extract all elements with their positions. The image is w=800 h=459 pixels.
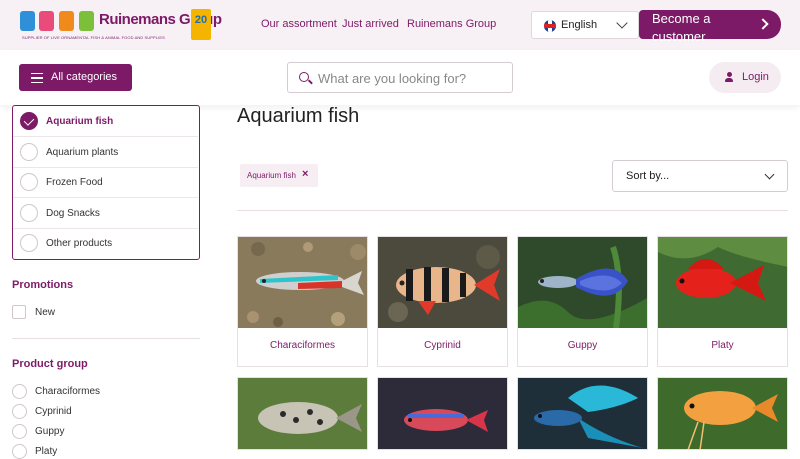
checked-radio-icon — [20, 112, 38, 130]
active-filter-label: Aquarium fish — [247, 171, 296, 180]
product-group-radio[interactable] — [12, 384, 27, 399]
category-frozen-food[interactable]: Frozen Food — [13, 167, 198, 198]
product-name: Characiformes — [269, 340, 336, 351]
chevron-right-icon — [757, 18, 769, 30]
sort-select[interactable]: Sort by... — [612, 160, 788, 192]
category-label: Aquarium fish — [46, 116, 114, 127]
logo-tile-4 — [79, 11, 94, 31]
radio-icon — [20, 234, 38, 252]
radio-icon — [20, 143, 38, 161]
category-label: Frozen Food — [46, 177, 103, 188]
product-group-characiformes[interactable]: Characiformes — [35, 386, 100, 397]
product-name: Platy — [711, 340, 734, 351]
product-card[interactable] — [517, 377, 648, 450]
radio-icon — [20, 173, 38, 191]
product-card[interactable] — [237, 377, 368, 450]
active-filter-chip[interactable]: Aquarium fish × — [240, 164, 318, 187]
product-card[interactable] — [657, 377, 788, 450]
ruinemans-logo[interactable]: Ruinemans Group SUPPLIER OF LIVE ORNAMEN… — [20, 9, 222, 43]
uk-flag-icon — [544, 20, 556, 32]
promotion-new-checkbox[interactable] — [12, 305, 26, 319]
logo-tile-2 — [39, 11, 54, 31]
brand-tagline: SUPPLIER OF LIVE ORNAMENTAL FISH & ANIMA… — [22, 35, 165, 40]
product-group-radio[interactable] — [12, 444, 27, 459]
become-customer-label: Become a customer — [652, 11, 711, 44]
category-other-products[interactable]: Other products — [13, 228, 198, 259]
all-categories-button[interactable]: All categories — [19, 64, 132, 91]
login-label: Login — [742, 71, 769, 83]
logo-tile-1 — [20, 11, 35, 31]
product-group-guppy[interactable]: Guppy — [35, 426, 64, 437]
hamburger-icon — [31, 73, 43, 83]
page-title: Aquarium fish — [237, 105, 360, 127]
nav-ruinemans-group[interactable]: Ruinemans Group — [407, 18, 496, 30]
top-bar: Ruinemans Group SUPPLIER OF LIVE ORNAMEN… — [0, 0, 800, 50]
search-input[interactable] — [318, 69, 504, 87]
product-group-cyprinid[interactable]: Cyprinid — [35, 406, 72, 417]
chevron-down-icon — [764, 169, 775, 180]
nav-our-assortment[interactable]: Our assortment — [261, 18, 337, 30]
product-image — [238, 378, 367, 449]
product-name: Guppy — [567, 340, 598, 351]
logo-tile-3 — [59, 11, 74, 31]
anniversary-badge: 20 — [191, 9, 211, 40]
product-card-cyprinid[interactable]: Cyprinid — [377, 236, 508, 367]
category-label: Other products — [46, 238, 113, 249]
product-name: Cyprinid — [424, 340, 461, 351]
product-group-radio[interactable] — [12, 404, 27, 419]
category-label: Aquarium plants — [46, 147, 119, 158]
nav-just-arrived[interactable]: Just arrived — [342, 18, 399, 30]
product-card-characiformes[interactable]: Characiformes — [237, 236, 368, 367]
chevron-down-icon — [616, 17, 628, 29]
promotion-new-label: New — [35, 307, 56, 318]
user-icon — [725, 72, 733, 83]
product-image — [378, 378, 507, 449]
category-filter-list: Aquarium fish Aquarium plants Frozen Foo… — [12, 105, 200, 260]
close-icon[interactable]: × — [302, 168, 308, 180]
sidebar-divider — [12, 338, 200, 339]
login-button[interactable]: Login — [709, 62, 781, 93]
product-card-platy[interactable]: Platy — [657, 236, 788, 367]
search-icon — [299, 72, 309, 82]
product-image — [518, 237, 647, 328]
product-group-heading: Product group — [12, 358, 88, 370]
all-categories-label: All categories — [51, 71, 118, 83]
product-card[interactable] — [377, 377, 508, 450]
product-image — [238, 237, 367, 328]
product-image — [658, 237, 787, 328]
category-aquarium-fish[interactable]: Aquarium fish — [13, 106, 198, 137]
content-divider — [237, 210, 788, 211]
product-image — [518, 378, 647, 449]
language-label: English — [561, 19, 598, 31]
product-group-platy[interactable]: Platy — [35, 446, 57, 457]
product-group-radio[interactable] — [12, 424, 27, 439]
radio-icon — [20, 204, 38, 222]
product-card-guppy[interactable]: Guppy — [517, 236, 648, 367]
category-dog-snacks[interactable]: Dog Snacks — [13, 198, 198, 229]
search-box[interactable] — [287, 62, 513, 93]
product-image — [378, 237, 507, 328]
product-image — [658, 378, 787, 449]
category-label: Dog Snacks — [46, 208, 100, 219]
become-customer-button[interactable]: Become a customer — [639, 10, 781, 44]
language-select[interactable]: English — [531, 11, 639, 39]
category-aquarium-plants[interactable]: Aquarium plants — [13, 137, 198, 168]
promotions-heading: Promotions — [12, 279, 74, 291]
sort-label: Sort by... — [626, 170, 670, 182]
